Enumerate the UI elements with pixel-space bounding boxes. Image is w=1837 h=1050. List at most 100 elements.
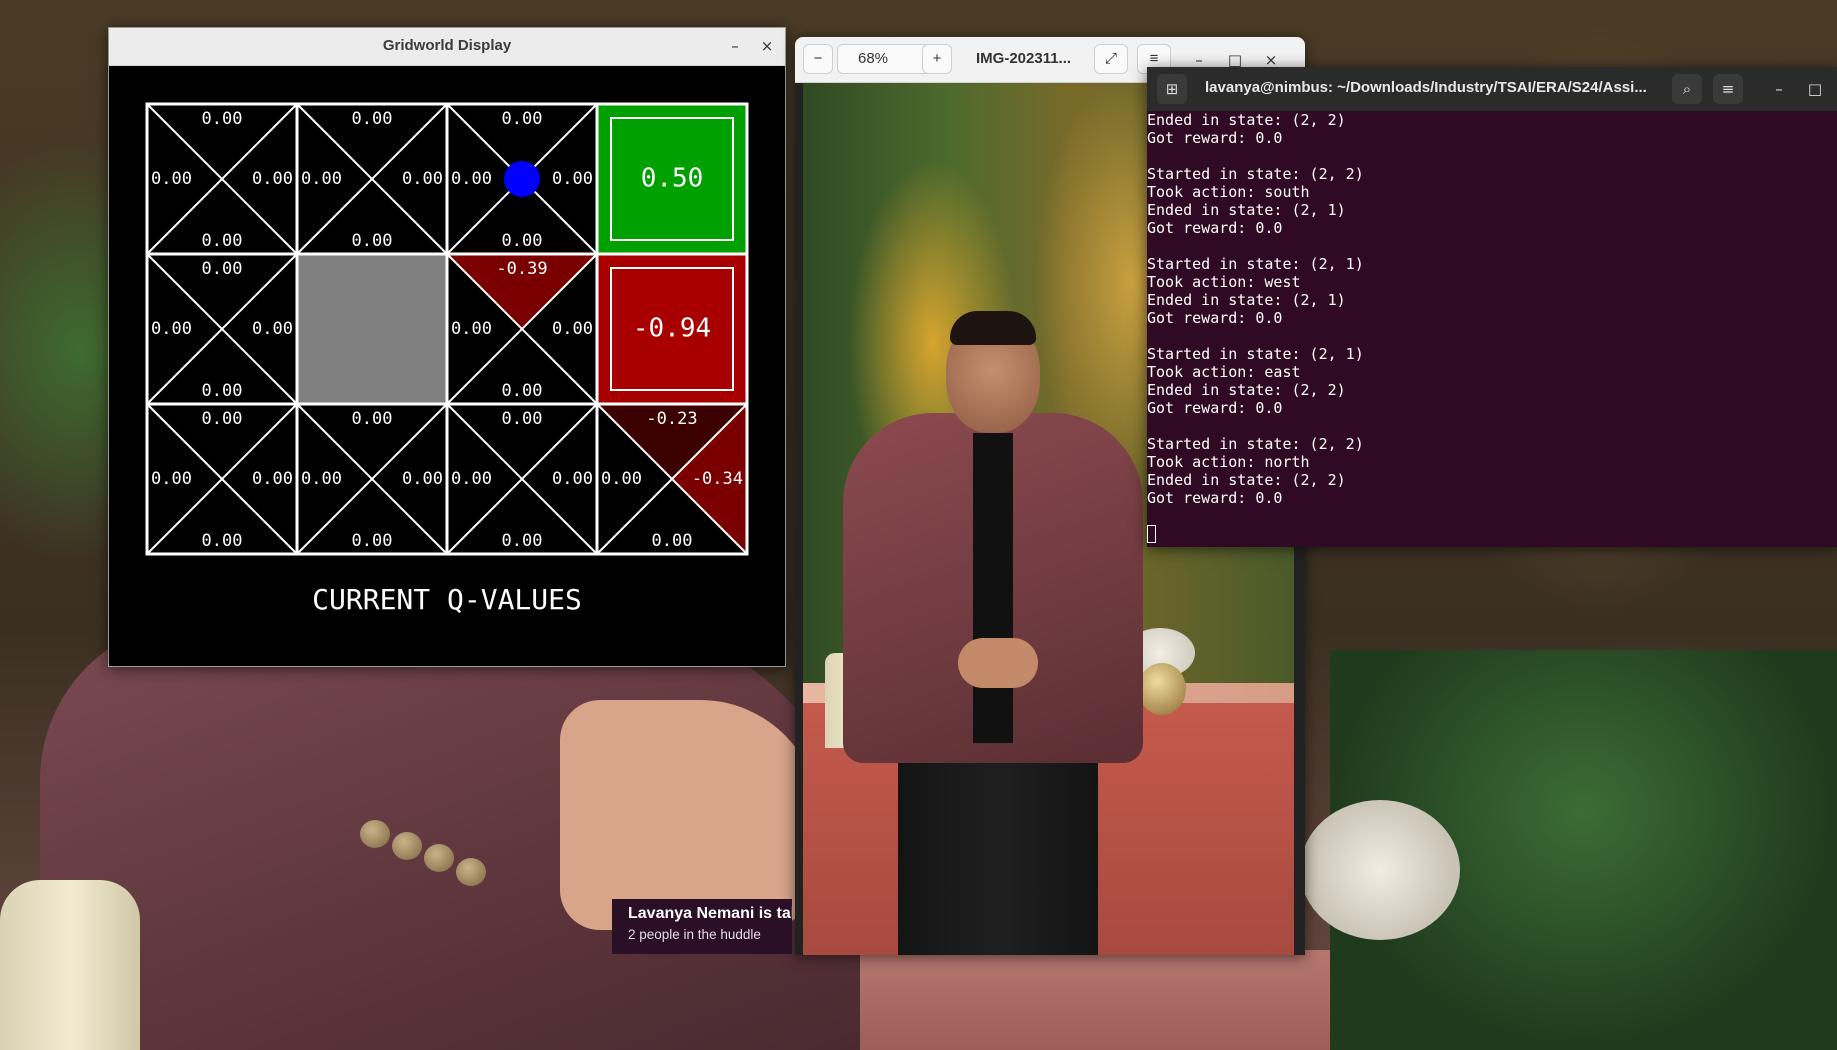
new-tab-icon[interactable]: ⊞ [1157,74,1187,104]
terminal-line: Took action: south [1147,183,1310,201]
gridworld-titlebar[interactable]: Gridworld Display – × [109,28,785,66]
gridworld-canvas: 0.00 0.00 0.00 0.00 0.00 0.00 0.00 0.00 0.00 0.00… [109,66,785,666]
q-value-west: 0.00 [301,169,342,189]
terminal-window[interactable]: ⊞ lavanya@nimbus: ~/Downloads/Industry/T… [1147,67,1837,547]
huddle-title: Lavanya Nemani is talk [628,905,792,922]
terminal-line: Ended in state: (2, 1) [1147,201,1346,219]
q-value-east: 0.00 [402,169,443,189]
q-value-east: 0.00 [252,469,293,489]
minimize-button[interactable]: – [1767,77,1791,101]
q-value-north: -0.23 [646,409,697,429]
photo-person-hands [958,638,1038,688]
terminal-line: Started in state: (2, 1) [1147,345,1364,363]
q-value-south: 0.00 [502,531,543,551]
wallpaper-button [424,844,454,872]
huddle-subtitle: 2 people in the huddle [628,927,761,942]
zoom-in-button[interactable]: + [922,44,952,74]
zoom-level-value: 68% [858,50,889,67]
terminal-line: Took action: west [1147,273,1301,291]
q-value-east: 0.00 [252,169,293,189]
q-value-east: 0.00 [552,469,593,489]
minimize-button[interactable]: – [723,34,747,58]
terminal-prompt-line [1147,525,1837,543]
q-value-north: 0.00 [352,109,393,129]
photo-person-hair [950,311,1036,345]
q-value-west: 0.00 [151,469,192,489]
wallpaper-hand [560,700,820,930]
fullscreen-button[interactable]: ⤢ [1094,44,1128,74]
q-value-south: 0.00 [352,231,393,251]
terminal-line: Took action: east [1147,363,1301,381]
huddle-notification[interactable]: Lavanya Nemani is talk 2 people in the h… [612,899,792,954]
exit-value: 0.50 [641,164,704,194]
terminal-headerbar[interactable]: ⊞ lavanya@nimbus: ~/Downloads/Industry/T… [1147,67,1837,111]
q-value-east: 0.00 [402,469,443,489]
wallpaper-candle [0,880,140,1050]
q-value-south: 0.00 [202,381,243,401]
terminal-line: Got reward: 0.0 [1147,399,1283,417]
q-value-west: 0.00 [451,469,492,489]
q-value-south: 0.00 [202,231,243,251]
menu-icon[interactable]: ≡ [1713,74,1743,104]
q-value-north: 0.00 [202,109,243,129]
q-value-south: 0.00 [352,531,393,551]
wall-cell [295,252,449,406]
q-value-west: 0.00 [601,469,642,489]
terminal-line: Started in state: (2, 2) [1147,435,1364,453]
zoom-out-button[interactable]: − [803,44,833,74]
search-icon[interactable]: ⌕ [1672,74,1702,104]
photo-person-legs [898,753,1098,955]
gridworld-window-title: Gridworld Display [382,37,512,54]
terminal-line: Got reward: 0.0 [1147,219,1283,237]
q-value-east: 0.00 [552,169,593,189]
terminal-line: Ended in state: (2, 2) [1147,471,1346,489]
q-value-west: 0.00 [451,169,492,189]
q-value-south: 0.00 [652,531,693,551]
terminal-line: Took action: north [1147,453,1310,471]
wallpaper-button [360,820,390,848]
q-value-west: 0.00 [451,319,492,339]
photo-person-shirt [973,433,1013,743]
terminal-line: Got reward: 0.0 [1147,129,1283,147]
q-values-caption: CURRENT Q-VALUES [312,583,582,616]
q-value-west: 0.00 [301,469,342,489]
q-value-north: 0.00 [202,409,243,429]
q-value-east: 0.00 [552,319,593,339]
wallpaper-button [456,858,486,886]
q-value-north: 0.00 [352,409,393,429]
image-file-title: IMG-202311... [976,50,1072,67]
terminal-line: Started in state: (2, 1) [1147,255,1364,273]
terminal-line: Ended in state: (2, 1) [1147,291,1346,309]
terminal-cursor [1147,525,1156,543]
terminal-line: Ended in state: (2, 2) [1147,381,1346,399]
q-value-south: 0.00 [502,231,543,251]
q-value-north: 0.00 [502,409,543,429]
q-value-east: 0.00 [252,319,293,339]
photo-vase [1138,663,1186,715]
terminal-line: Got reward: 0.0 [1147,489,1283,507]
q-value-south: 0.00 [202,531,243,551]
terminal-output[interactable]: Ended in state: (2, 2) Got reward: 0.0 Sta… [1147,111,1837,547]
close-button[interactable]: × [755,34,779,58]
agent-dot [504,161,540,197]
q-value-west: 0.00 [151,319,192,339]
wallpaper-button [392,832,422,860]
q-value-north: 0.00 [202,259,243,279]
q-value-east: -0.34 [692,469,743,489]
q-value-north: -0.39 [496,259,547,279]
terminal-line: Ended in state: (2, 2) [1147,111,1346,129]
q-value-west: 0.00 [151,169,192,189]
exit-value: -0.94 [633,314,711,344]
terminal-line: Got reward: 0.0 [1147,309,1283,327]
wallpaper-flowers [1300,800,1460,940]
terminal-line: Started in state: (2, 2) [1147,165,1364,183]
q-value-south: 0.00 [502,381,543,401]
maximize-button[interactable]: □ [1803,77,1827,101]
gridworld-window[interactable]: Gridworld Display – × 0.00 0.00 0.00 0.00 0.… [108,27,786,667]
q-value-north: 0.00 [502,109,543,129]
